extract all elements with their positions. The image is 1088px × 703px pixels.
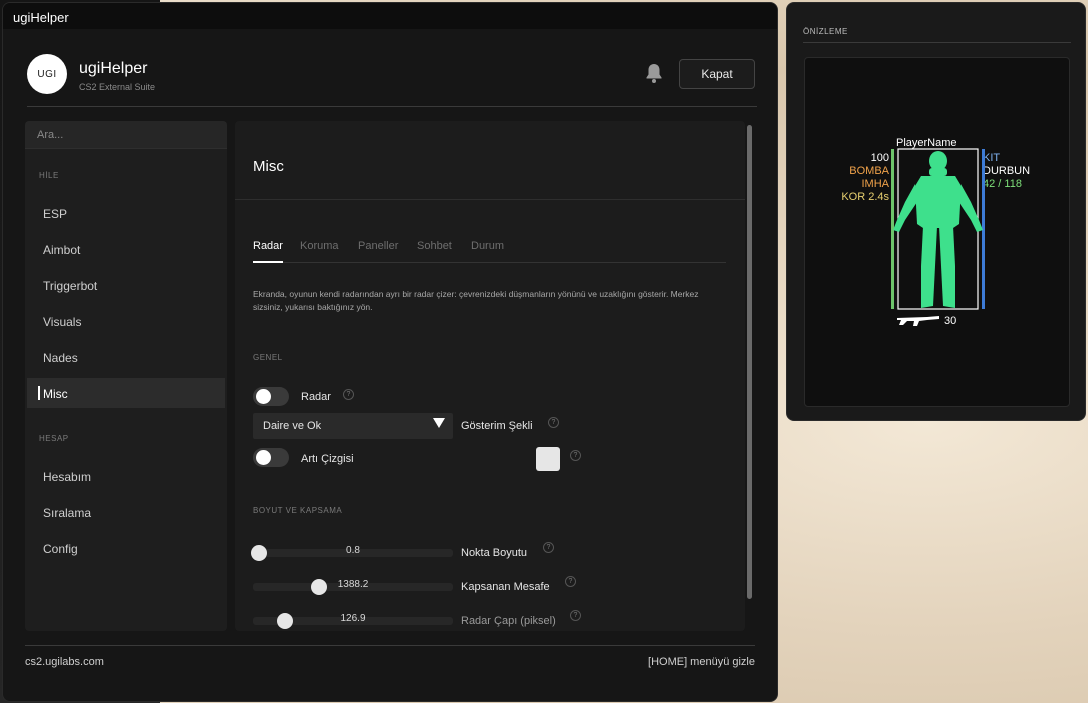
range-value: 1388.2 xyxy=(337,579,369,590)
crosshair-toggle[interactable] xyxy=(253,448,289,467)
tab-koruma[interactable]: Koruma xyxy=(300,240,339,252)
app-name: ugiHelper xyxy=(79,60,148,77)
footer-hint: [HOME] menüyü gizle xyxy=(648,656,755,668)
window-title: ugiHelper xyxy=(13,10,69,25)
preview-title: ÖNİZLEME xyxy=(803,27,848,36)
section-label-hile: HİLE xyxy=(39,171,59,180)
display-mode-select[interactable]: Daire ve Ok xyxy=(253,413,453,439)
defuse-text: IMHA xyxy=(861,178,890,190)
range-label: Kapsanan Mesafe xyxy=(461,581,550,593)
preview-divider xyxy=(803,42,1071,43)
sidebar-item-misc[interactable]: Misc xyxy=(27,378,225,408)
tab-paneller[interactable]: Paneller xyxy=(358,240,398,252)
radar-size-label: Radar Çapı (piksel) xyxy=(461,615,556,627)
crosshair-help-icon[interactable]: ? xyxy=(570,450,581,461)
sidebar-item-visuals[interactable]: Visuals xyxy=(27,306,225,336)
sidebar-item-nades[interactable]: Nades xyxy=(27,342,225,372)
content-divider xyxy=(235,199,745,200)
dot-size-slider[interactable]: 0.8 xyxy=(251,545,453,561)
dot-size-knob[interactable] xyxy=(251,545,267,561)
sidebar-item-hesabim[interactable]: Hesabım xyxy=(27,461,225,491)
sidebar-item-triggerbot[interactable]: Triggerbot xyxy=(27,270,225,300)
display-mode-value: Daire ve Ok xyxy=(263,420,322,432)
radar-toggle[interactable] xyxy=(253,387,289,406)
health-text: 100 xyxy=(870,152,889,164)
weapon-ammo: 30 xyxy=(944,315,957,327)
page-title: Misc xyxy=(253,158,284,175)
radar-size-slider[interactable]: 126.9 xyxy=(253,613,453,629)
radar-label: Radar xyxy=(301,391,331,403)
sidebar-item-siralama[interactable]: Sıralama xyxy=(27,497,225,527)
display-mode-label: Gösterim Şekli xyxy=(461,420,533,432)
dot-size-value: 0.8 xyxy=(346,545,360,556)
bomb-text: BOMBA xyxy=(849,165,889,177)
bell-icon[interactable] xyxy=(643,62,665,84)
tab-bar: Radar Koruma Paneller Sohbet Durum xyxy=(253,239,726,263)
group-label-general: GENEL xyxy=(253,353,283,362)
rifle-icon xyxy=(897,316,939,326)
radar-size-knob[interactable] xyxy=(277,613,293,629)
radar-description: Ekranda, oyunun kendi radarından ayrı bi… xyxy=(253,289,699,312)
preview-window: ÖNİZLEME PlayerName 100 BOMBA IMHA KOR 2… xyxy=(786,2,1086,421)
player-model xyxy=(893,151,983,308)
sidebar: HİLE ESP Aimbot Triggerbot Visuals Nades… xyxy=(25,121,227,631)
content-panel: Misc Radar Koruma Paneller Sohbet Durum … xyxy=(235,121,745,631)
sidebar-item-aimbot[interactable]: Aimbot xyxy=(27,234,225,264)
search-input[interactable] xyxy=(25,121,227,149)
range-knob[interactable] xyxy=(311,579,327,595)
sidebar-item-config[interactable]: Config xyxy=(27,533,225,563)
range-slider[interactable]: 1388.2 xyxy=(253,579,453,595)
crosshair-color-swatch[interactable] xyxy=(536,447,560,471)
close-button[interactable]: Kapat xyxy=(679,59,755,89)
radar-help-icon[interactable]: ? xyxy=(343,389,354,400)
dropdown-arrow-icon xyxy=(433,418,445,431)
title-bar[interactable]: ugiHelper xyxy=(3,3,777,29)
main-window: ugiHelper UGI ugiHelper CS2 External Sui… xyxy=(2,2,778,702)
app-header: UGI ugiHelper CS2 External Suite Kapat xyxy=(27,53,757,107)
left-info: 100 BOMBA IMHA KOR 2.4s xyxy=(823,152,889,204)
player-esp-figure xyxy=(891,148,985,310)
footer-website: cs2.ugilabs.com xyxy=(25,656,104,668)
display-mode-help-icon[interactable]: ? xyxy=(548,417,559,428)
flash-text: KOR 2.4s xyxy=(841,191,889,203)
footer-divider xyxy=(25,645,755,646)
crosshair-label: Artı Çizgisi xyxy=(301,453,354,465)
tab-radar[interactable]: Radar xyxy=(253,240,283,263)
content-scrollbar[interactable] xyxy=(747,125,752,599)
radar-size-help-icon[interactable]: ? xyxy=(570,610,581,621)
dot-size-help-icon[interactable]: ? xyxy=(543,542,554,553)
section-label-hesap: HESAP xyxy=(39,434,69,443)
app-subtitle: CS2 External Suite xyxy=(79,82,156,92)
tab-sohbet[interactable]: Sohbet xyxy=(417,240,452,252)
range-help-icon[interactable]: ? xyxy=(565,576,576,587)
preview-canvas: PlayerName 100 BOMBA IMHA KOR 2.4s KIT D… xyxy=(804,57,1070,407)
tab-durum[interactable]: Durum xyxy=(471,240,504,252)
dot-size-label: Nokta Boyutu xyxy=(461,547,528,559)
app-logo: UGI xyxy=(27,54,67,94)
group-label-size: BOYUT VE KAPSAMA xyxy=(253,506,343,515)
sidebar-item-esp[interactable]: ESP xyxy=(27,198,225,228)
